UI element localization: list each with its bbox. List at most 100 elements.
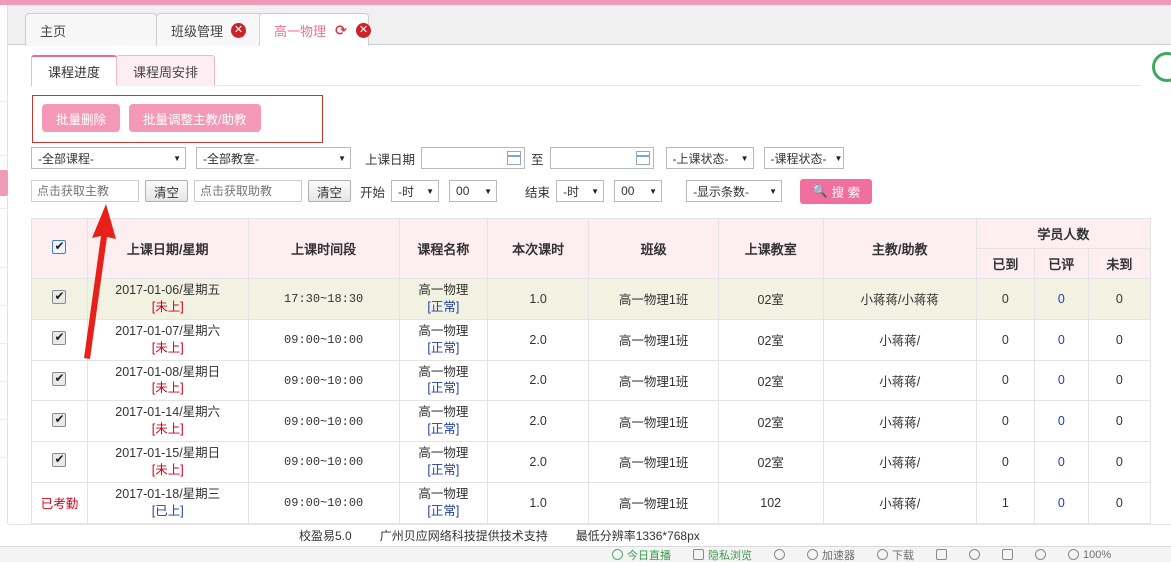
cell-class-group: 高一物理1班 — [588, 441, 719, 483]
row-rated[interactable]: 0 — [1058, 496, 1065, 510]
cell-course-name: 高一物理 [正常] — [398, 441, 488, 483]
close-icon[interactable]: ✕ — [356, 22, 372, 38]
table-row[interactable]: 2017-01-08/星期日 [未上] 09:00~10:00 高一物理 [正常] 2.0… — [31, 359, 1152, 402]
cell-date-week: 2017-01-07/星期六 [未上] — [86, 318, 249, 361]
row-rated[interactable]: 0 — [1058, 333, 1065, 347]
batch-delete-button[interactable]: 批量删除 — [42, 104, 121, 132]
browser-bar-item[interactable] — [1002, 549, 1013, 560]
row-time: 09:00~10:00 — [284, 455, 364, 470]
row-checkbox[interactable] — [52, 330, 67, 346]
row-date: 2017-01-15/星期日 — [115, 446, 221, 460]
row-rated[interactable]: 0 — [1058, 414, 1065, 428]
cell-course-name: 高一物理 [正常] — [398, 278, 488, 320]
row-absent: 0 — [1115, 495, 1123, 510]
start-hour-select[interactable]: -时 ▼ — [391, 180, 440, 202]
clear-main-teacher-button[interactable]: 清空 — [145, 180, 189, 202]
browser-bar-item[interactable]: 100% — [1068, 549, 1111, 561]
browser-bar-item[interactable]: 加速器 — [807, 547, 855, 562]
cell-arrived: 0 — [975, 400, 1035, 442]
tab-course-progress[interactable]: 课程进度 — [31, 55, 118, 86]
row-class-status: [已上] — [151, 503, 184, 518]
course-status-select[interactable]: -课程状态- ▼ — [763, 147, 844, 169]
start-minute-select[interactable]: 00 ▼ — [449, 180, 498, 202]
date-to-input[interactable] — [549, 147, 654, 169]
footer-product: 校盈易5.0 — [299, 529, 352, 543]
row-time: 17:30~18:30 — [284, 292, 364, 307]
browser-bar-label: 100% — [1083, 548, 1112, 561]
app-root: 主页 班级管理 ✕ 高一物理 ⟳ ✕ 课程进度 课程周安排 批量删除 批量调整主… — [0, 0, 1171, 562]
refresh-icon[interactable]: ⟳ — [334, 23, 348, 37]
table-row[interactable]: 2017-01-14/星期六 [未上] 09:00~10:00 高一物理 [正常] 2.0… — [31, 400, 1152, 442]
table-row[interactable]: 已考勤 2017-01-18/星期三 [已上] 09:00~10:00 高一物理 [正常]… — [31, 481, 1152, 524]
close-icon[interactable]: ✕ — [231, 22, 247, 38]
assist-teacher-input[interactable] — [194, 180, 303, 202]
page-size-select[interactable]: -显示条数- ▼ — [686, 180, 783, 202]
row-teachers: 小蒋蒋/ — [879, 334, 921, 349]
class-date-label: 上课日期 — [365, 152, 416, 167]
row-course-status: [正常] — [427, 299, 460, 314]
course-status-value: -课程状态- — [770, 151, 827, 166]
course-select[interactable]: -全部课程- ▼ — [31, 147, 186, 169]
browser-bar-item[interactable]: 下载 — [877, 547, 914, 562]
select-all-checkbox[interactable] — [52, 239, 67, 254]
cell-lesson-hours: 2.0 — [486, 441, 590, 483]
row-checkbox[interactable] — [52, 289, 67, 305]
tab-weekly-schedule[interactable]: 课程周安排 — [116, 55, 216, 86]
browser-bar-item[interactable] — [969, 549, 980, 560]
row-teachers: 小蒋蒋/小蒋蒋 — [860, 293, 939, 308]
row-rated[interactable]: 0 — [1058, 455, 1065, 469]
row-absent: 0 — [1115, 291, 1123, 306]
row-absent: 0 — [1115, 332, 1123, 347]
header-arrived: 已到 — [975, 248, 1035, 279]
search-button[interactable]: 🔍 搜 索 — [800, 178, 873, 204]
select-all-header[interactable] — [31, 218, 88, 279]
row-checkbox[interactable] — [52, 371, 67, 386]
table-row[interactable]: 2017-01-06/星期五 [未上] 17:30~18:30 高一物理 [正常] 1.0… — [31, 278, 1152, 320]
browser-bar-item[interactable]: 隐私浏览 — [693, 547, 752, 562]
row-class-status: [未上] — [151, 299, 184, 314]
row-checkbox-cell[interactable] — [31, 441, 88, 483]
start-time-label: 开始 — [360, 185, 386, 200]
row-arrived: 0 — [1001, 373, 1009, 388]
row-checkbox-cell[interactable] — [31, 359, 88, 402]
browser-bar-item[interactable] — [774, 549, 785, 560]
row-checkbox-cell[interactable] — [31, 318, 88, 361]
rocket-icon — [807, 549, 818, 560]
cell-arrived: 0 — [975, 278, 1035, 320]
class-status-select[interactable]: -上课状态- ▼ — [665, 147, 754, 169]
browser-tab-physics[interactable]: 高一物理 ⟳ ✕ — [259, 13, 372, 46]
cell-class-group: 高一物理1班 — [588, 481, 719, 524]
end-minute-select[interactable]: 00 ▼ — [614, 180, 663, 202]
browser-bar-item[interactable] — [936, 549, 947, 560]
row-checkbox[interactable] — [52, 412, 67, 427]
row-time: 09:00~10:00 — [284, 496, 364, 511]
cell-lesson-hours: 2.0 — [486, 359, 590, 402]
browser-tab-home[interactable]: 主页 — [25, 13, 157, 46]
main-teacher-input[interactable] — [31, 180, 139, 202]
footer-resolution: 最低分辨率1336*768px — [575, 529, 700, 543]
end-hour-select[interactable]: -时 ▼ — [556, 180, 605, 202]
table-row[interactable]: 2017-01-07/星期六 [未上] 09:00~10:00 高一物理 [正常] 2.0… — [31, 318, 1152, 361]
batch-adjust-teacher-button[interactable]: 批量调整主教/助教 — [129, 104, 261, 132]
header-course-name: 课程名称 — [398, 218, 488, 279]
row-class-status: [未上] — [151, 381, 184, 396]
row-checkbox-cell[interactable] — [31, 400, 88, 442]
table-row[interactable]: 2017-01-15/星期日 [未上] 09:00~10:00 高一物理 [正常] 2.0… — [31, 441, 1152, 483]
clear-assist-teacher-button[interactable]: 清空 — [308, 180, 352, 202]
row-class-status: [未上] — [151, 422, 184, 437]
row-attendance-cell[interactable]: 已考勤 — [31, 481, 88, 524]
tab-label: 课程周安排 — [133, 64, 199, 80]
row-rated[interactable]: 0 — [1058, 292, 1065, 306]
row-rated[interactable]: 0 — [1058, 373, 1065, 387]
browser-bar-item[interactable] — [1035, 549, 1046, 560]
calendar-icon — [507, 151, 522, 165]
row-checkbox[interactable] — [52, 452, 67, 468]
row-checkbox-cell[interactable] — [31, 278, 88, 320]
header-student-count: 学员人数 — [975, 218, 1152, 249]
start-hour-value: -时 — [398, 184, 415, 199]
header-lesson-hours: 本次课时 — [486, 218, 590, 279]
row-hours: 1.0 — [529, 495, 547, 510]
classroom-select[interactable]: -全部教室- ▼ — [196, 147, 351, 169]
date-from-input[interactable] — [421, 147, 526, 169]
browser-bar-item[interactable]: 今日直播 — [612, 547, 671, 562]
